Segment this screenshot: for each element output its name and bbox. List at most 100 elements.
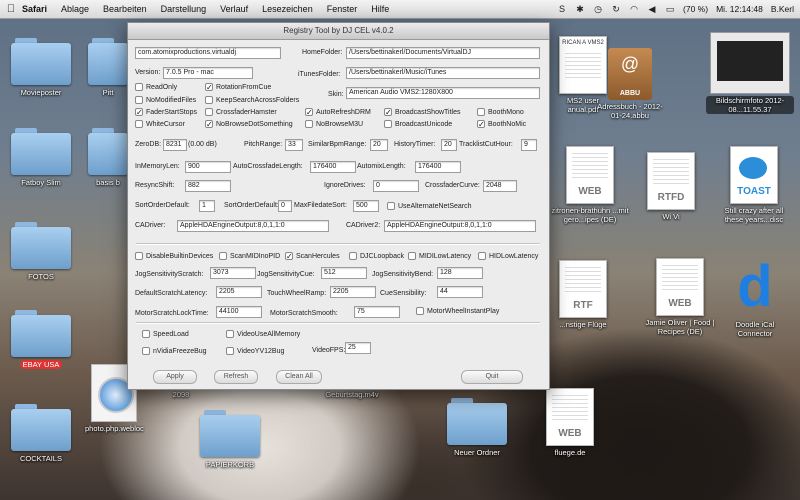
- checkbox-box[interactable]: [226, 330, 234, 338]
- checkbox-speedload[interactable]: SpeedLoad: [142, 329, 189, 339]
- checkbox-box[interactable]: [305, 108, 313, 116]
- menu-fenster[interactable]: Fenster: [327, 4, 358, 14]
- checkbox-nobrowsedotsomething[interactable]: NoBrowseDotSomething: [205, 119, 293, 129]
- checkbox-broadcastunicode[interactable]: BroadcastUnicode: [384, 119, 452, 129]
- menu-clock[interactable]: Mi. 12:14:48: [716, 4, 763, 14]
- checkbox-box[interactable]: [135, 108, 143, 116]
- checkbox-videouseallmemory[interactable]: VideoUseAllMemory: [226, 329, 300, 339]
- volume-icon[interactable]: ◀: [647, 4, 657, 14]
- checkbox-hidlowlatency[interactable]: HIDLowLatency: [478, 251, 538, 261]
- checkbox-box[interactable]: [135, 96, 143, 104]
- desktop-folder-basis[interactable]: basis b: [88, 128, 128, 187]
- bluetooth-icon[interactable]: ✱: [575, 4, 585, 14]
- menu-user[interactable]: B.Kerl: [771, 4, 794, 14]
- checkbox-midilowlatency[interactable]: MIDILowLatency: [408, 251, 471, 261]
- desktop-file-adressbuch[interactable]: @ ABBU Adressbuch - 2012-01-24.abbu: [592, 48, 668, 120]
- inmemorylen-field[interactable]: 900: [185, 161, 231, 173]
- motorscratchsmooth-field[interactable]: 75: [354, 306, 400, 318]
- checkbox-nobrowsem3u[interactable]: NoBrowseM3U: [305, 119, 363, 129]
- desktop-app-doodle[interactable]: d Doodle iCal Connector: [718, 256, 792, 339]
- checkbox-box[interactable]: [142, 347, 150, 355]
- cadriver2-field[interactable]: AppleHDAEngineOutput:8,0,1,1:0: [384, 220, 536, 232]
- sortorderdefault2-field[interactable]: 0: [278, 200, 292, 212]
- cuesensibility-field[interactable]: 44: [437, 286, 483, 298]
- clean-all-button[interactable]: Clean All: [276, 370, 322, 384]
- checkbox-box[interactable]: [135, 83, 143, 91]
- defaultscratchlatency-field[interactable]: 2205: [216, 286, 262, 298]
- desktop-trash[interactable]: PAPIERKORB: [190, 410, 270, 469]
- checkbox-readonly[interactable]: ReadOnly: [135, 82, 177, 92]
- bundle-id-field[interactable]: com.atomixproductions.virtualdj: [135, 47, 281, 59]
- crossfadercurve-field[interactable]: 2048: [483, 180, 517, 192]
- jogscratch-field[interactable]: 3073: [210, 267, 256, 279]
- desktop-file-fluege[interactable]: WEB fluege.de: [540, 388, 600, 457]
- window-title[interactable]: Registry Tool by DJ CEL v4.0.2: [128, 23, 549, 40]
- checkbox-disablebuiltindevices[interactable]: DisableBuiltinDevices: [135, 251, 213, 261]
- desktop-file-wi-vi[interactable]: RTFD Wi Vi: [636, 152, 706, 221]
- checkbox-box[interactable]: [408, 252, 416, 260]
- ignoredrives-field[interactable]: 0: [373, 180, 419, 192]
- desktop-file-bildschirmfoto[interactable]: Bildschirmfoto 2012-08...11.55.37: [706, 32, 794, 114]
- checkbox-videoyv12bug[interactable]: VideoYV12Bug: [226, 346, 284, 356]
- home-folder-field[interactable]: /Users/bettinakerl/Documents/VirtualDJ: [346, 47, 540, 59]
- autocrossfade-field[interactable]: 176400: [310, 161, 356, 173]
- resyncshift-field[interactable]: 882: [185, 180, 231, 192]
- skype-icon[interactable]: S: [557, 4, 567, 14]
- checkbox-nvidiafreezebug[interactable]: nVidiaFreezeBug: [142, 346, 207, 356]
- desktop-folder-fotos[interactable]: FOTOS: [8, 222, 74, 281]
- checkbox-box[interactable]: [387, 202, 395, 210]
- checkbox-box[interactable]: [384, 108, 392, 116]
- desktop-file-zitronen[interactable]: WEB zitronen-brathuhn ...mit gero...ipes…: [548, 146, 632, 224]
- desktop-file-toast-disc[interactable]: TOAST Still crazy after all these years.…: [712, 146, 796, 224]
- checkbox-box[interactable]: [477, 108, 485, 116]
- checkbox-motorwheelinstantplay[interactable]: MotorWheelInstantPlay: [416, 306, 499, 316]
- jogbend-field[interactable]: 128: [437, 267, 483, 279]
- checkbox-faderstartstops[interactable]: FaderStartStops: [135, 107, 197, 117]
- menu-hilfe[interactable]: Hilfe: [371, 4, 389, 14]
- menu-ablage[interactable]: Ablage: [61, 4, 89, 14]
- checkbox-scanhercules[interactable]: ScanHercules: [285, 251, 340, 261]
- zerodb-field[interactable]: 8231: [163, 139, 187, 151]
- checkbox-box[interactable]: [478, 252, 486, 260]
- checkbox-broadcastshowtitles[interactable]: BroadcastShowTitles: [384, 107, 461, 117]
- jogcue-field[interactable]: 512: [321, 267, 367, 279]
- desktop-folder-fatboy-slim[interactable]: Fatboy Slim: [8, 128, 74, 187]
- menu-darstellung[interactable]: Darstellung: [161, 4, 207, 14]
- menu-lesezeichen[interactable]: Lesezeichen: [262, 4, 313, 14]
- checkbox-box[interactable]: [135, 252, 143, 260]
- apply-button[interactable]: Apply: [153, 370, 197, 384]
- checkbox-boothmono[interactable]: BoothMono: [477, 107, 524, 117]
- historytimer-field[interactable]: 20: [441, 139, 457, 151]
- checkbox-whitecursor[interactable]: WhiteCursor: [135, 119, 185, 129]
- wifi-icon[interactable]: ◠: [629, 4, 639, 14]
- checkbox-box[interactable]: [135, 120, 143, 128]
- checkbox-box[interactable]: [226, 347, 234, 355]
- checkbox-box[interactable]: [416, 307, 424, 315]
- itunes-folder-field[interactable]: /Users/bettinakerl/Music/iTunes: [346, 67, 540, 79]
- menu-bearbeiten[interactable]: Bearbeiten: [103, 4, 147, 14]
- checkbox-scanmidinopid[interactable]: ScanMIDInoPID: [219, 251, 280, 261]
- checkbox-nomodifiedfiles[interactable]: NoModifiedFiles: [135, 95, 196, 105]
- menu-verlauf[interactable]: Verlauf: [220, 4, 248, 14]
- automixlength-field[interactable]: 176400: [415, 161, 461, 173]
- checkbox-box[interactable]: [205, 108, 213, 116]
- desktop-folder-ebay-usa[interactable]: EBAY USA: [8, 310, 74, 369]
- checkbox-box[interactable]: [205, 120, 213, 128]
- desktop-file-jamie-oliver[interactable]: WEB Jamie Oliver | Food | Recipes (DE): [636, 258, 724, 336]
- refresh-button[interactable]: Refresh: [214, 370, 258, 384]
- pitchrange-field[interactable]: 33: [285, 139, 303, 151]
- desktop-folder-cocktails[interactable]: COCKTAILS: [8, 404, 74, 463]
- checkbox-rotationfromcue[interactable]: RotationFromCue: [205, 82, 271, 92]
- similarbpm-field[interactable]: 20: [370, 139, 388, 151]
- videofps-field[interactable]: 25: [345, 342, 371, 354]
- touchwheelramp-field[interactable]: 2205: [330, 286, 376, 298]
- menu-app[interactable]: Safari: [22, 4, 47, 14]
- desktop-folder-pitt[interactable]: Pitt: [88, 38, 128, 97]
- checkbox-keepsearch[interactable]: KeepSearchAcrossFolders: [205, 95, 299, 105]
- motorscratchlocktime-field[interactable]: 44100: [216, 306, 262, 318]
- checkbox-djcloopback[interactable]: DJCLoopback: [349, 251, 404, 261]
- sortorderdefault-field[interactable]: 1: [199, 200, 215, 212]
- time-machine-icon[interactable]: ◷: [593, 4, 603, 14]
- skin-field[interactable]: American Audio VMS2:1280X800: [346, 87, 540, 99]
- desktop-folder-neuer-ordner[interactable]: Neuer Ordner: [440, 398, 514, 457]
